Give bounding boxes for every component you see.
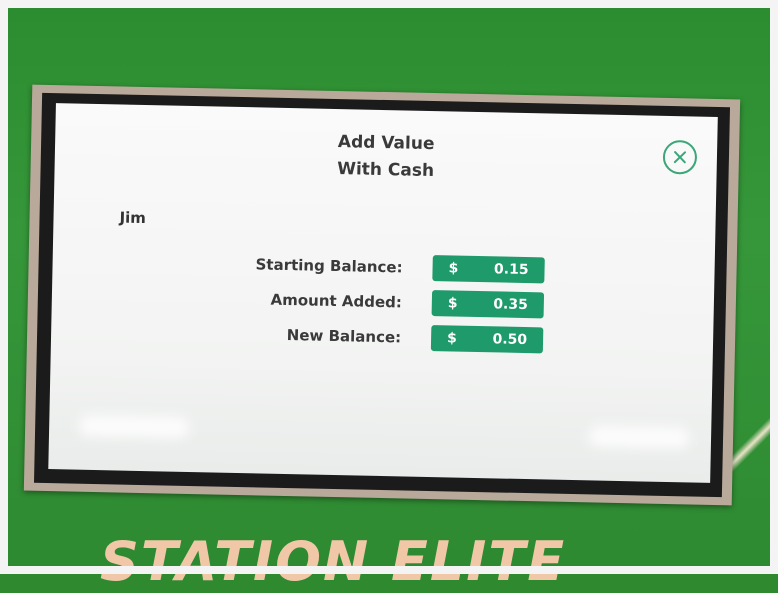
dialog-title: Add Value With Cash — [54, 123, 717, 191]
screen-bezel: Add Value With Cash Jim Starting Balance… — [23, 84, 741, 506]
starting-balance-value: $ 0.15 — [432, 255, 545, 284]
screen-glare-left — [78, 415, 190, 438]
new-balance-value: $ 0.50 — [430, 325, 544, 354]
bezel-inner: Add Value With Cash Jim Starting Balance… — [33, 92, 731, 498]
balance-summary: Starting Balance: $ 0.15 Amount Added: $… — [201, 246, 563, 359]
amount-added-value: $ 0.35 — [431, 290, 545, 319]
amount-added-label: Amount Added: — [270, 290, 403, 312]
currency-symbol: $ — [446, 330, 458, 347]
amount: 0.35 — [493, 296, 528, 314]
starting-balance-label: Starting Balance: — [255, 255, 403, 277]
amount: 0.50 — [492, 331, 528, 349]
amount: 0.15 — [493, 261, 529, 279]
currency-symbol: $ — [448, 260, 459, 277]
kiosk-brand-logo: STATION ELITE — [100, 530, 567, 593]
new-balance-row: New Balance: $ 0.50 — [201, 316, 562, 358]
new-balance-label: New Balance: — [286, 326, 402, 347]
close-icon — [673, 151, 687, 164]
screen-glare-right — [588, 426, 690, 449]
touch-screen: Add Value With Cash Jim Starting Balance… — [48, 103, 718, 483]
currency-symbol: $ — [447, 295, 458, 312]
user-name: Jim — [119, 208, 147, 228]
